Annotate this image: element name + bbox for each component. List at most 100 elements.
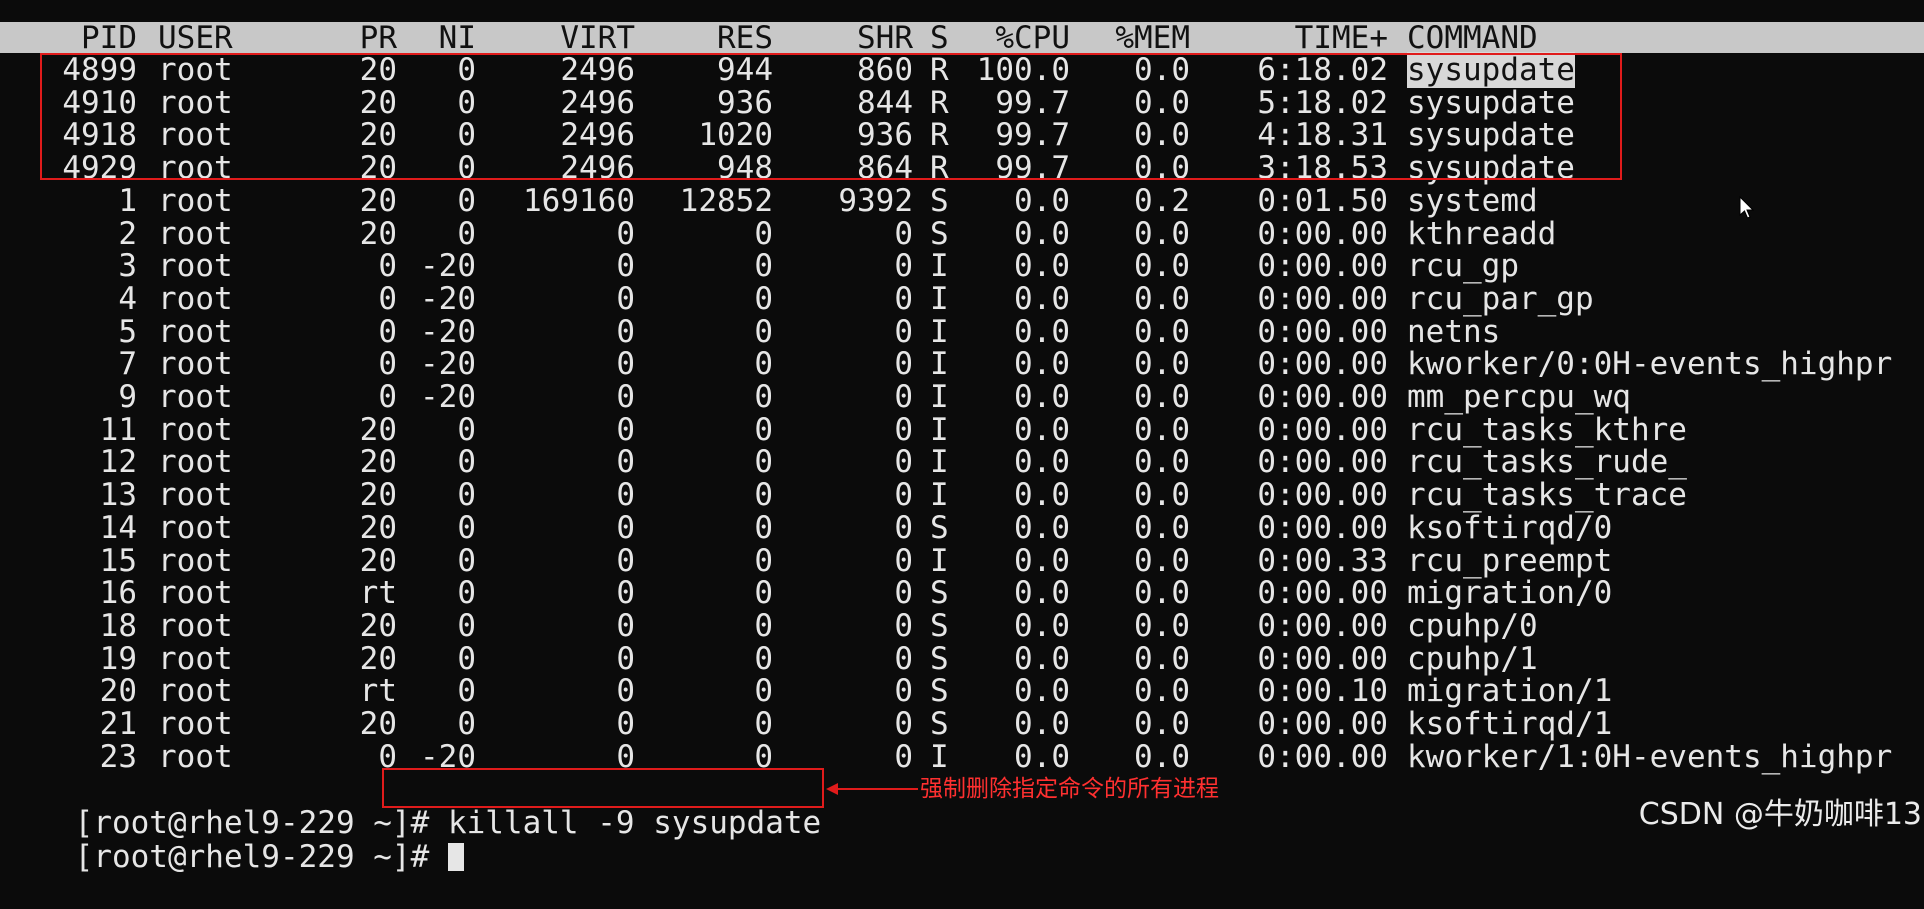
process-row: 7 root 0 -20 0 0 0 I 0.0 0.0 0:00.00 kworker/0:0H-e… bbox=[0, 348, 1924, 380]
time-cell: 0:00.00 bbox=[1257, 640, 1388, 677]
command-cell: migration/1 bbox=[1407, 673, 1613, 710]
shr-cell: 0 bbox=[894, 313, 913, 350]
command-cell: systemd bbox=[1407, 182, 1538, 219]
cpu-cell: 0.0 bbox=[1014, 640, 1070, 677]
virt-cell: 0 bbox=[616, 542, 635, 579]
terminal-window[interactable]: PID USER PR NI VIRT RES SHR S %CPU %MEM … bbox=[0, 0, 1924, 874]
mem-cell: 0.0 bbox=[1134, 313, 1190, 350]
pr-cell: 20 bbox=[359, 411, 397, 448]
shr-cell: 0 bbox=[894, 379, 913, 415]
shr-cell: 0 bbox=[894, 575, 913, 612]
res-cell: 0 bbox=[754, 706, 773, 742]
virt-cell: 0 bbox=[616, 411, 635, 448]
mem-cell: 0.0 bbox=[1134, 477, 1190, 514]
pid-cell: 2 bbox=[118, 215, 137, 252]
pid-cell: 7 bbox=[118, 346, 137, 383]
command-cell: rcu_tasks_rude_ bbox=[1407, 444, 1687, 481]
cpu-cell: 0.0 bbox=[1014, 182, 1070, 219]
process-row: 21 root 20 0 0 0 0 S 0.0 0.0 0:00.00 ksoftirqd/1 bbox=[0, 708, 1924, 740]
time-cell: 0:00.00 bbox=[1257, 607, 1388, 644]
state-cell: S bbox=[930, 607, 949, 644]
virt-cell: 0 bbox=[616, 575, 635, 612]
pr-cell: 20 bbox=[359, 215, 397, 252]
mem-cell: 0.0 bbox=[1134, 280, 1190, 317]
process-row: 11 root 20 0 0 0 0 I 0.0 0.0 0:00.00 rcu_tasks_kthr… bbox=[0, 414, 1924, 446]
shr-cell: 0 bbox=[894, 477, 913, 514]
ni-cell: -20 bbox=[420, 379, 476, 415]
cpu-cell: 0.0 bbox=[1014, 379, 1070, 415]
ni-cell: 0 bbox=[457, 542, 476, 579]
user-cell: root bbox=[158, 248, 233, 285]
command-cell: netns bbox=[1407, 313, 1501, 350]
time-cell: 0:00.00 bbox=[1257, 379, 1388, 415]
mem-cell: 0.0 bbox=[1134, 738, 1190, 775]
shr-cell: 0 bbox=[894, 706, 913, 742]
command-cell: kworker/1:0H-events_highpr bbox=[1407, 738, 1893, 775]
command-cell: rcu_par_gp bbox=[1407, 280, 1594, 317]
res-cell: 0 bbox=[754, 280, 773, 317]
pid-cell: 14 bbox=[99, 509, 137, 546]
time-cell: 0:00.00 bbox=[1257, 248, 1388, 285]
pid-cell: 23 bbox=[99, 738, 137, 775]
mem-cell: 0.0 bbox=[1134, 607, 1190, 644]
col-ni: NI bbox=[438, 20, 476, 56]
time-cell: 0:00.00 bbox=[1257, 706, 1388, 742]
ni-cell: 0 bbox=[457, 640, 476, 677]
res-cell: 0 bbox=[754, 477, 773, 514]
time-cell: 0:00.00 bbox=[1257, 280, 1388, 317]
process-table-header: PID USER PR NI VIRT RES SHR S %CPU %MEM … bbox=[0, 22, 1924, 54]
command-cell: rcu_tasks_trace bbox=[1407, 477, 1687, 514]
ni-cell: -20 bbox=[420, 280, 476, 317]
user-cell: root bbox=[158, 738, 233, 775]
res-cell: 0 bbox=[754, 509, 773, 546]
shr-cell: 0 bbox=[894, 346, 913, 383]
shr-cell: 0 bbox=[894, 248, 913, 285]
ni-cell: 0 bbox=[457, 477, 476, 514]
annotation-text: 强制删除指定命令的所有进程 bbox=[920, 776, 1219, 802]
virt-cell: 0 bbox=[616, 346, 635, 383]
cpu-cell: 0.0 bbox=[1014, 411, 1070, 448]
res-cell: 0 bbox=[754, 575, 773, 612]
res-cell: 0 bbox=[754, 444, 773, 481]
mouse-pointer-icon bbox=[1739, 196, 1755, 219]
pr-cell: 0 bbox=[378, 280, 397, 317]
user-cell: root bbox=[158, 575, 233, 612]
user-cell: root bbox=[158, 346, 233, 383]
shr-cell: 0 bbox=[894, 607, 913, 644]
time-cell: 0:00.00 bbox=[1257, 509, 1388, 546]
process-row: 3 root 0 -20 0 0 0 I 0.0 0.0 0:00.00 rcu_gp bbox=[0, 250, 1924, 282]
shr-cell: 0 bbox=[894, 411, 913, 448]
state-cell: S bbox=[930, 509, 949, 546]
time-cell: 0:00.00 bbox=[1257, 444, 1388, 481]
shr-cell: 0 bbox=[894, 444, 913, 481]
user-cell: root bbox=[158, 542, 233, 579]
cpu-cell: 0.0 bbox=[1014, 542, 1070, 579]
process-row: 23 root 0 -20 0 0 0 I 0.0 0.0 0:00.00 kworker/1:0H-… bbox=[0, 741, 1924, 773]
res-cell: 0 bbox=[754, 248, 773, 285]
state-cell: I bbox=[930, 346, 949, 383]
pr-cell: 0 bbox=[378, 346, 397, 383]
command-cell: rcu_gp bbox=[1407, 248, 1519, 285]
ni-cell: 0 bbox=[457, 575, 476, 612]
virt-cell: 169160 bbox=[523, 182, 635, 219]
cpu-cell: 0.0 bbox=[1014, 509, 1070, 546]
arrow-left-icon bbox=[826, 783, 918, 795]
state-cell: I bbox=[930, 477, 949, 514]
cpu-cell: 0.0 bbox=[1014, 673, 1070, 710]
user-cell: root bbox=[158, 477, 233, 514]
shr-cell: 0 bbox=[894, 280, 913, 317]
mem-cell: 0.0 bbox=[1134, 444, 1190, 481]
pr-cell: 20 bbox=[359, 477, 397, 514]
ni-cell: 0 bbox=[457, 182, 476, 219]
col-res: RES bbox=[717, 20, 773, 56]
pid-cell: 13 bbox=[99, 477, 137, 514]
process-row: 19 root 20 0 0 0 0 S 0.0 0.0 0:00.00 cpuhp/1 bbox=[0, 643, 1924, 675]
time-cell: 0:01.50 bbox=[1257, 182, 1388, 219]
ni-cell: 0 bbox=[457, 673, 476, 710]
shr-cell: 0 bbox=[894, 640, 913, 677]
command-cell: ksoftirqd/1 bbox=[1407, 706, 1613, 742]
res-cell: 0 bbox=[754, 640, 773, 677]
watermark: CSDN @牛奶咖啡13 bbox=[1638, 797, 1922, 832]
prompt-line-2[interactable]: [root@rhel9-229 ~]# bbox=[0, 806, 464, 874]
mem-cell: 0.0 bbox=[1134, 346, 1190, 383]
